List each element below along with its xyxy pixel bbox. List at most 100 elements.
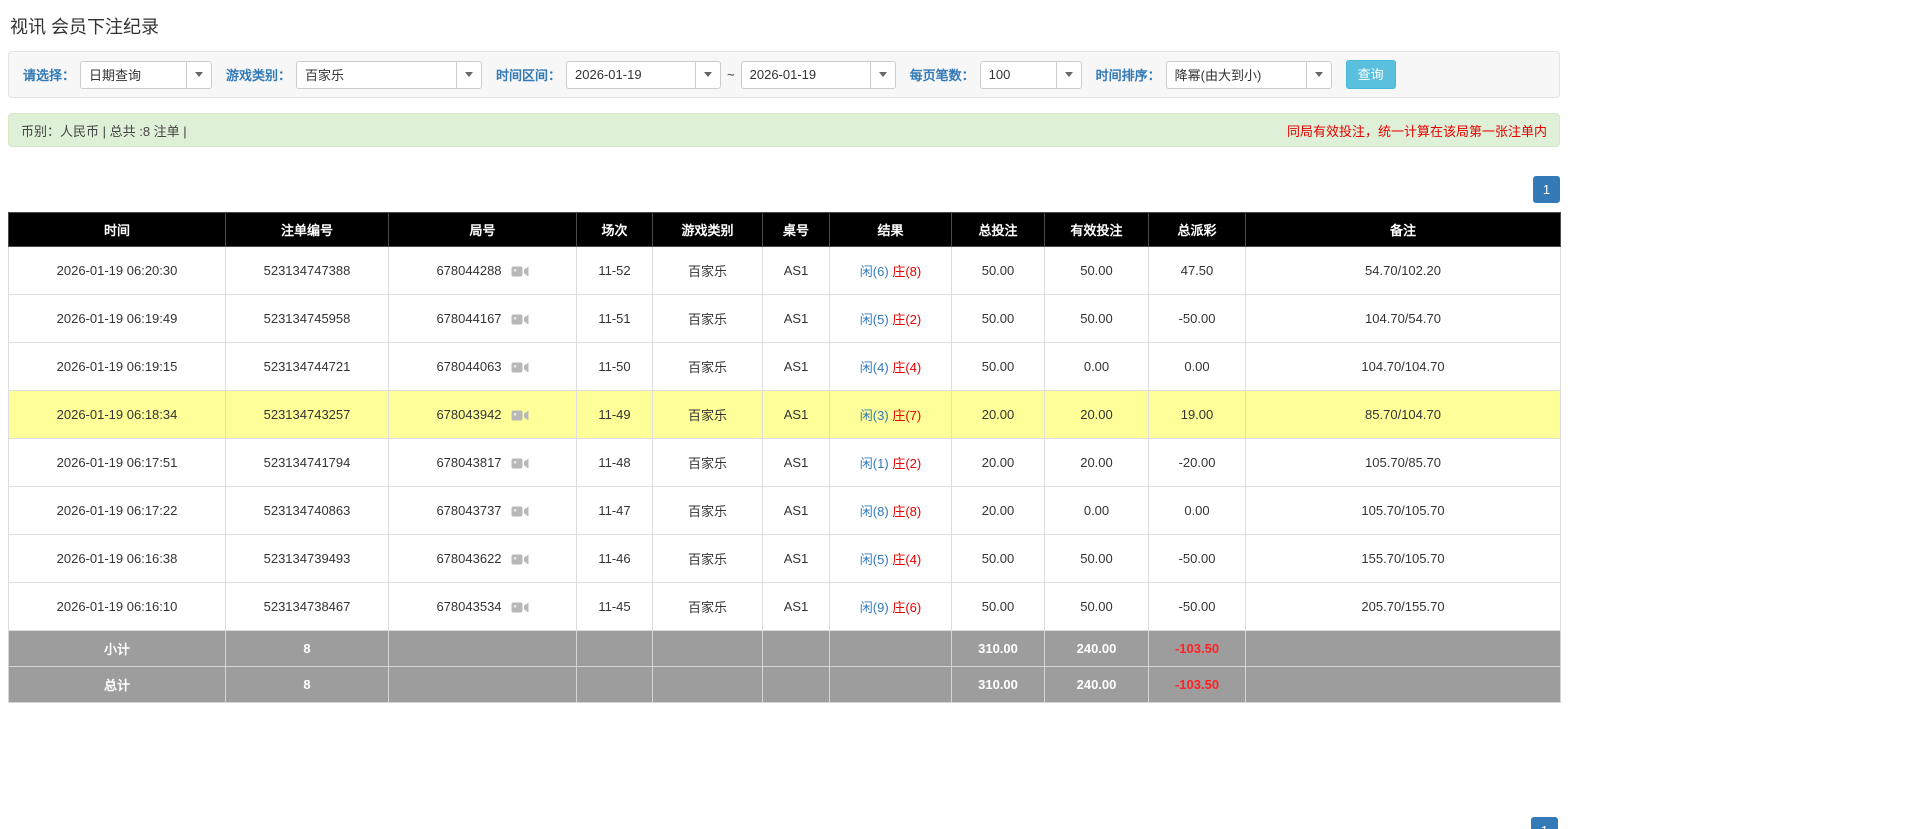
- video-replay-icon[interactable]: [511, 553, 529, 566]
- summary-empty-game: [652, 666, 763, 703]
- time-range-label: 时间区间：: [496, 68, 562, 83]
- cell-bet-id: 523134739493: [225, 534, 389, 583]
- cell-payout: -50.00: [1148, 582, 1246, 631]
- video-replay-icon[interactable]: [511, 505, 529, 518]
- summary-total-bet: 310.00: [951, 630, 1045, 667]
- currency-total-text: 币别：人民币 | 总共 :8 注单 |: [21, 123, 187, 139]
- date-from-input[interactable]: [566, 60, 696, 89]
- cell-total-bet[interactable]: 50.00: [951, 582, 1045, 631]
- cell-total-bet[interactable]: 20.00: [951, 390, 1045, 439]
- cell-time: 2026-01-19 06:20:30: [8, 246, 226, 295]
- column-header: 注单编号: [225, 212, 389, 247]
- result-banker: 庄(2): [892, 456, 922, 471]
- sort-order-input[interactable]: [1165, 60, 1306, 89]
- column-header: 总投注: [951, 212, 1045, 247]
- cell-bet-id: 523134747388: [225, 246, 389, 295]
- column-header: 总派彩: [1148, 212, 1246, 247]
- cell-game-type: 百家乐: [652, 534, 763, 583]
- cell-valid-bet: 50.00: [1044, 582, 1149, 631]
- cell-total-bet[interactable]: 50.00: [951, 294, 1045, 343]
- cell-round-id: 678043817: [388, 438, 577, 487]
- cell-total-bet[interactable]: 50.00: [951, 534, 1045, 583]
- bet-row: 2026-01-19 06:18:34 523134743257 678043942…: [8, 390, 1561, 439]
- bottom-pagination: 1: [1531, 817, 1558, 829]
- cell-payout: 0.00: [1148, 342, 1246, 391]
- round-id-text: 678043622: [436, 550, 502, 566]
- summary-empty-session: [576, 666, 653, 703]
- valid-bet-notice: 同局有效投注，统一计算在该局第一张注单内: [1286, 123, 1547, 139]
- video-replay-icon[interactable]: [511, 361, 529, 374]
- cell-valid-bet: 50.00: [1044, 294, 1149, 343]
- cell-table-no: AS1: [762, 438, 830, 487]
- video-replay-icon[interactable]: [511, 313, 529, 326]
- query-type-input[interactable]: [80, 60, 187, 89]
- video-replay-icon[interactable]: [511, 409, 529, 422]
- chevron-down-icon: [1064, 72, 1073, 77]
- game-type-caret-button[interactable]: [456, 60, 483, 89]
- date-to-input[interactable]: [740, 60, 870, 89]
- date-to-caret-button[interactable]: [869, 60, 896, 89]
- bet-row: 2026-01-19 06:19:49 523134745958 678044167…: [8, 294, 1561, 343]
- per-page-caret-button[interactable]: [1055, 60, 1082, 89]
- cell-result: 闲(4) 庄(4): [829, 342, 952, 391]
- sort-order-caret-button[interactable]: [1305, 60, 1332, 89]
- sort-order-label: 时间排序：: [1095, 68, 1161, 83]
- cell-table-no: AS1: [762, 390, 830, 439]
- game-type-input[interactable]: [296, 60, 457, 89]
- result-player: 闲(6): [859, 264, 889, 279]
- cell-game-type: 百家乐: [652, 342, 763, 391]
- bet-table-header-row: 时间 注单编号 局号 场次 游戏类别 桌号 结果 总投注 有效投注 总派彩 备注: [8, 212, 1561, 247]
- page: 视讯 会员下注纪录 请选择： 游戏类别： 时间区间： ~ 每页笔数: [0, 0, 1915, 829]
- summary-valid-bet: 240.00: [1044, 666, 1149, 703]
- cell-total-bet[interactable]: 50.00: [951, 246, 1045, 295]
- summary-valid-bet: 240.00: [1044, 630, 1149, 667]
- summary-row: 总计 8 310.00 240.00 -103.50: [8, 666, 1561, 703]
- summary-empty-remark: [1245, 630, 1561, 667]
- cell-session: 11-49: [576, 390, 653, 439]
- cell-session: 11-50: [576, 342, 653, 391]
- summary-empty-remark: [1245, 666, 1561, 703]
- cell-game-type: 百家乐: [652, 438, 763, 487]
- summary-empty-session: [576, 630, 653, 667]
- cell-payout: 0.00: [1148, 486, 1246, 535]
- round-id-text: 678043534: [436, 598, 502, 614]
- summary-empty-table: [762, 666, 830, 703]
- top-pagination: 1: [8, 176, 1560, 203]
- summary-count: 8: [225, 630, 389, 667]
- video-replay-icon[interactable]: [511, 457, 529, 470]
- video-replay-icon[interactable]: [511, 601, 529, 614]
- cell-result: 闲(5) 庄(2): [829, 294, 952, 343]
- result-player: 闲(4): [859, 360, 889, 375]
- summary-empty-round: [388, 666, 577, 703]
- cell-round-id: 678044167: [388, 294, 577, 343]
- cell-remark: 105.70/85.70: [1245, 438, 1561, 487]
- round-id-text: 678043817: [436, 454, 502, 470]
- query-type-label: 请选择：: [23, 68, 76, 83]
- page-number-button[interactable]: 1: [1531, 817, 1558, 829]
- bet-row: 2026-01-19 06:17:22 523134740863 678043737…: [8, 486, 1561, 535]
- video-replay-icon[interactable]: [511, 265, 529, 278]
- cell-bet-id: 523134745958: [225, 294, 389, 343]
- date-from-caret-button[interactable]: [695, 60, 722, 89]
- cell-remark: 85.70/104.70: [1245, 390, 1561, 439]
- cell-table-no: AS1: [762, 582, 830, 631]
- cell-round-id: 678043622: [388, 534, 577, 583]
- cell-payout: -50.00: [1148, 534, 1246, 583]
- column-header: 游戏类别: [652, 212, 763, 247]
- cell-result: 闲(5) 庄(4): [829, 534, 952, 583]
- result-banker: 庄(8): [892, 264, 922, 279]
- cell-session: 11-51: [576, 294, 653, 343]
- summary-label: 小计: [8, 630, 226, 667]
- cell-total-bet[interactable]: 50.00: [951, 342, 1045, 391]
- cell-total-bet[interactable]: 20.00: [951, 438, 1045, 487]
- per-page-label: 每页笔数：: [909, 68, 975, 83]
- search-button[interactable]: 查询: [1345, 60, 1396, 89]
- cell-payout: 47.50: [1148, 246, 1246, 295]
- cell-total-bet[interactable]: 20.00: [951, 486, 1045, 535]
- page-number-button[interactable]: 1: [1533, 176, 1560, 203]
- round-id-text: 678044063: [436, 358, 502, 374]
- query-type-caret-button[interactable]: [186, 60, 213, 89]
- chevron-down-icon: [195, 72, 204, 77]
- per-page-input[interactable]: [979, 60, 1056, 89]
- cell-remark: 205.70/155.70: [1245, 582, 1561, 631]
